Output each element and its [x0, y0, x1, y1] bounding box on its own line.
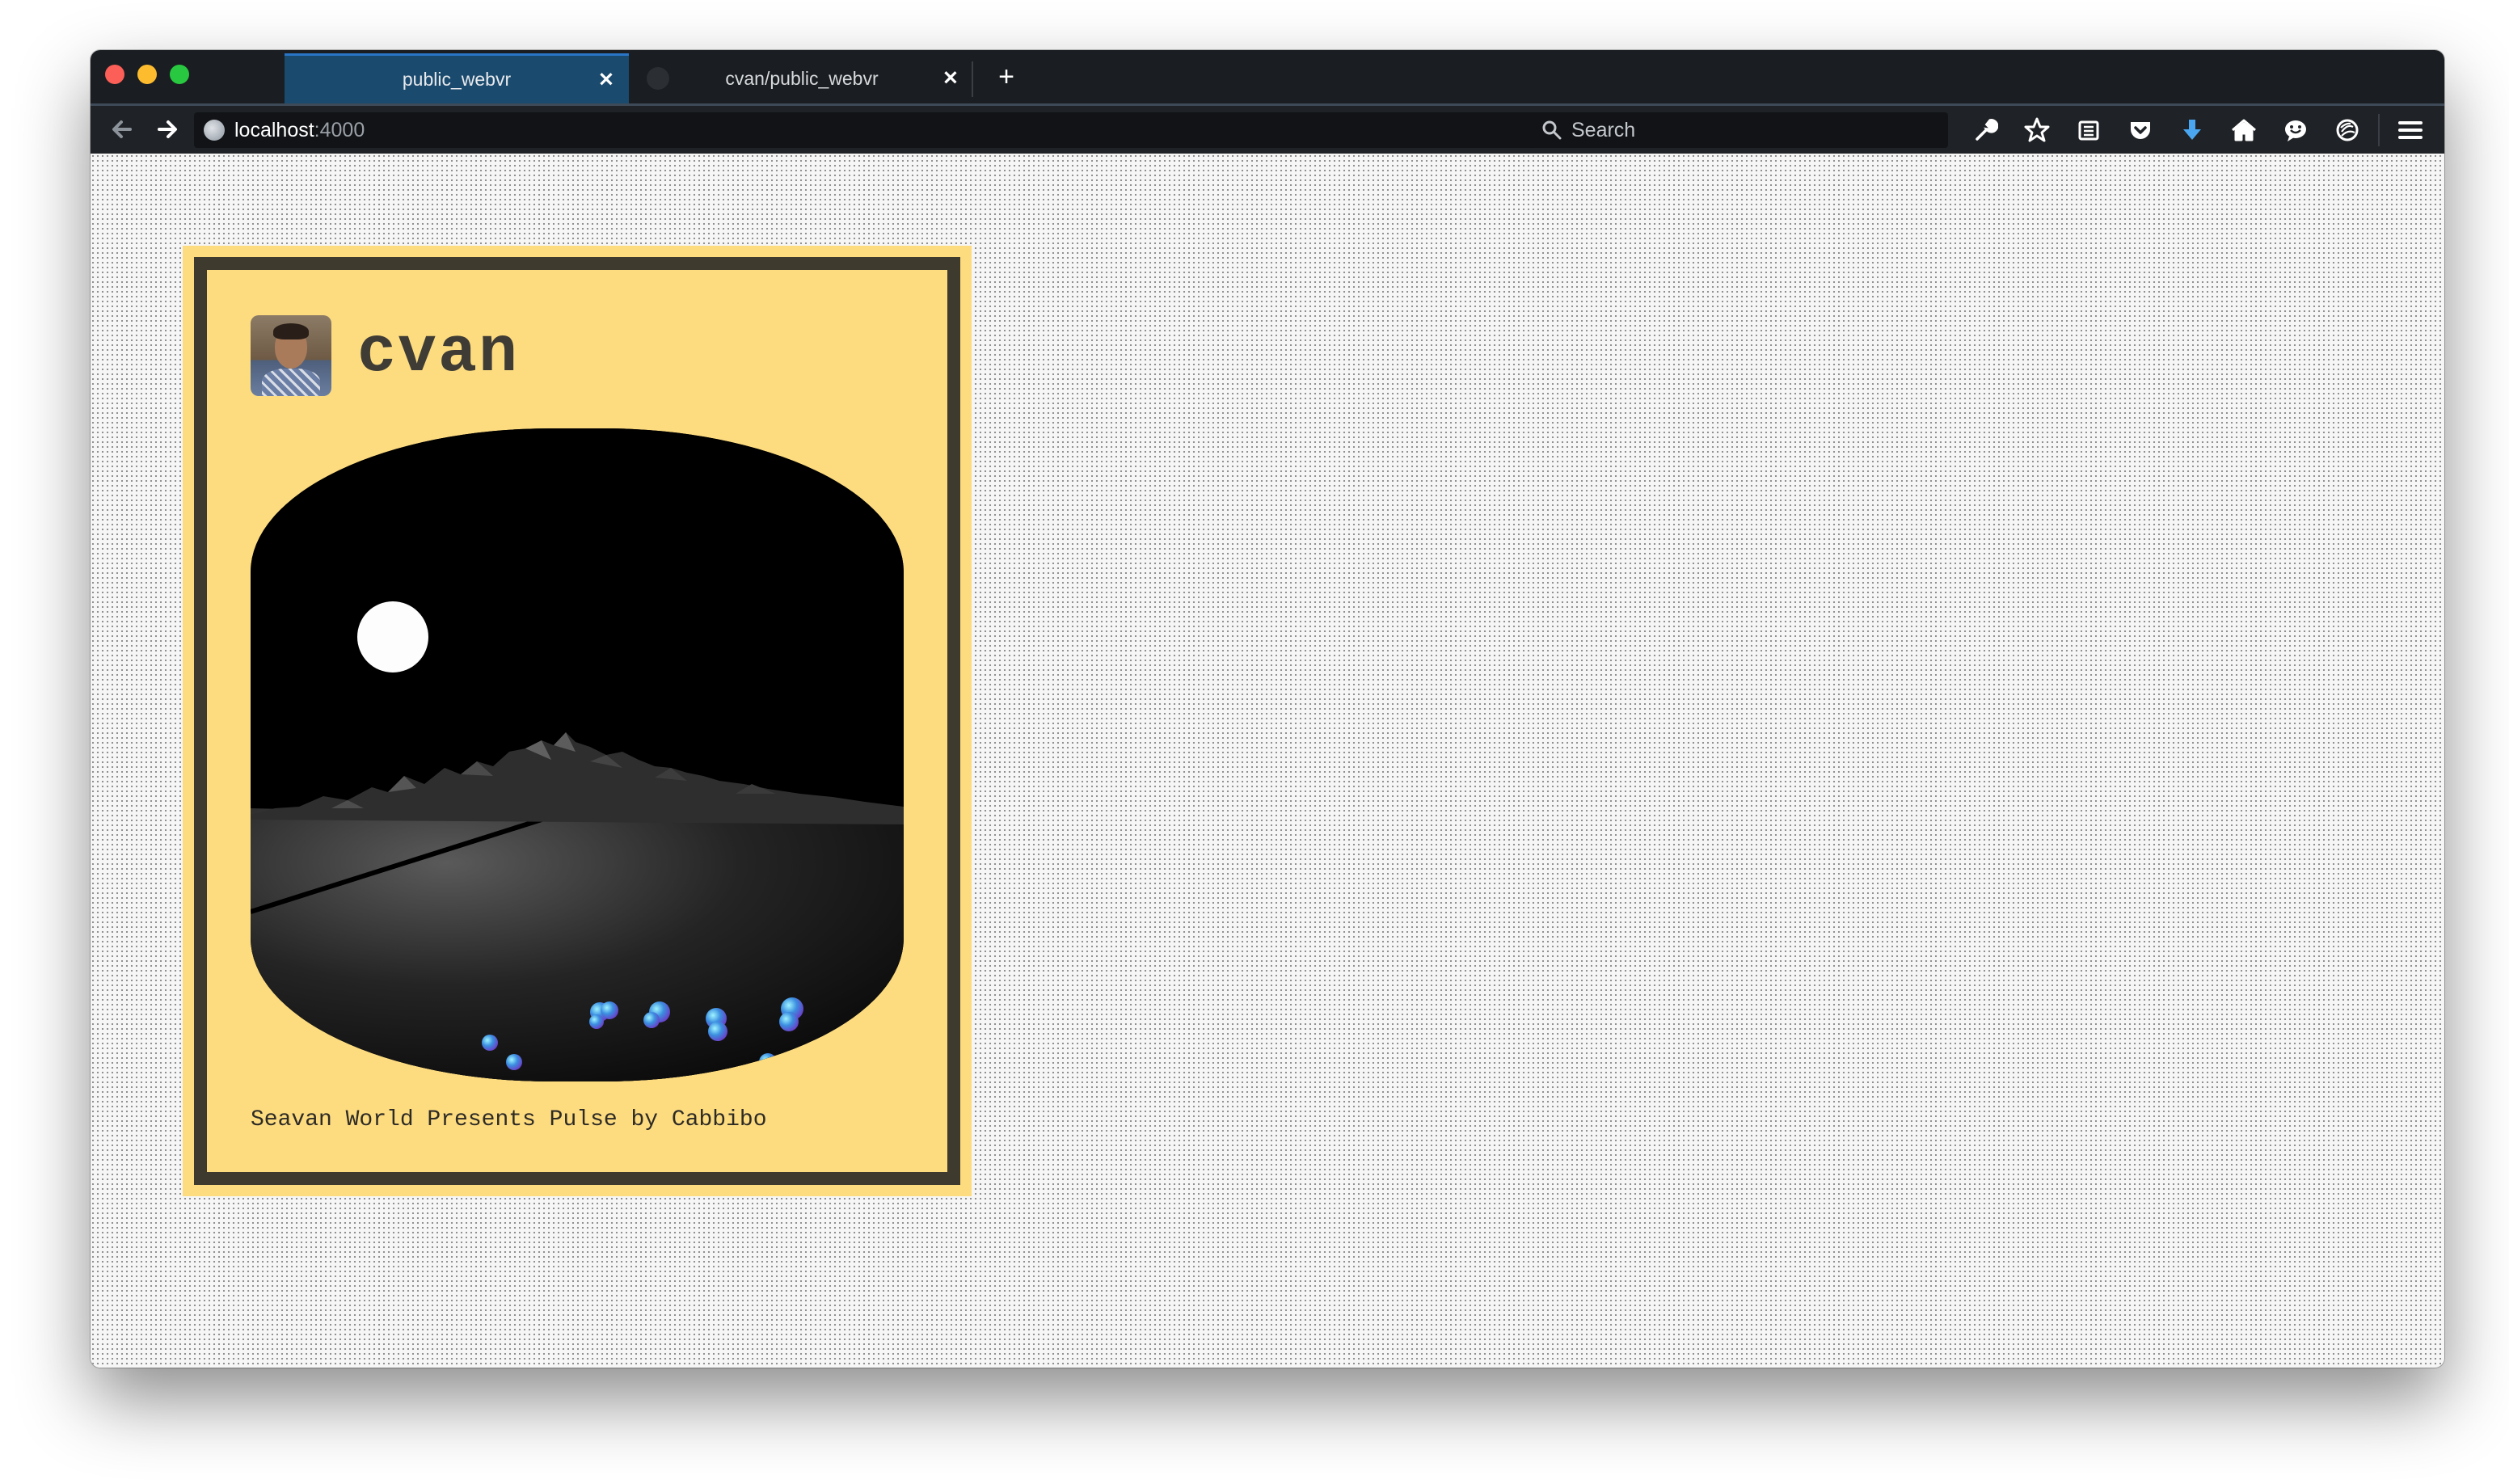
toolbar-divider: [2378, 114, 2380, 146]
card-frame: cvan Seavan World Presents Pulse by Cabb…: [194, 257, 960, 1185]
pocket-icon[interactable]: [2115, 111, 2166, 150]
download-icon[interactable]: [2166, 111, 2218, 150]
browser-window: public_webvr ✕ cvan/public_webvr ✕ + loc…: [91, 50, 2444, 1368]
username-title[interactable]: cvan: [357, 317, 519, 390]
maximize-window-button[interactable]: [170, 65, 189, 84]
vr-scene-preview[interactable]: [251, 428, 904, 1081]
new-tab-button[interactable]: +: [986, 58, 1027, 95]
card-caption[interactable]: Seavan World Presents Pulse by Cabbibo: [251, 1107, 767, 1132]
moon: [357, 601, 428, 672]
search-icon: [1542, 120, 1562, 140]
tab-close-icon[interactable]: ✕: [942, 67, 959, 91]
tab-label: public_webvr: [402, 69, 512, 90]
minimize-window-button[interactable]: [137, 65, 157, 84]
tab-cvan-public-webvr[interactable]: cvan/public_webvr ✕: [630, 53, 973, 103]
home-icon[interactable]: [2218, 111, 2270, 150]
tab-label: cvan/public_webvr: [725, 67, 879, 89]
world-card[interactable]: cvan Seavan World Presents Pulse by Cabb…: [183, 246, 972, 1196]
globe-icon: [204, 120, 225, 141]
floor-plane: [251, 808, 904, 1081]
search-input[interactable]: [1571, 118, 1927, 142]
url-bar[interactable]: localhost:4000 ▼ ↻: [194, 112, 1607, 148]
forward-button[interactable]: [147, 111, 189, 148]
url-host: localhost: [234, 118, 314, 141]
arrow-left-icon: [112, 120, 132, 138]
back-button[interactable]: [100, 111, 142, 148]
bookmark-star-icon[interactable]: [2011, 111, 2063, 150]
tab-close-icon[interactable]: ✕: [598, 68, 614, 91]
tracking-icon[interactable]: [2321, 111, 2373, 150]
tab-divider: [972, 61, 973, 97]
tab-strip: public_webvr ✕ cvan/public_webvr ✕ +: [91, 50, 2444, 103]
avatar[interactable]: [251, 315, 331, 396]
page-content: cvan Seavan World Presents Pulse by Cabb…: [91, 154, 2444, 1368]
search-bar[interactable]: [1531, 112, 1948, 148]
menu-icon[interactable]: [2385, 111, 2436, 150]
window-controls: [105, 65, 189, 84]
tab-public-webvr[interactable]: public_webvr ✕: [285, 53, 629, 103]
toolbar-icons: [1959, 111, 2436, 150]
navigation-toolbar: localhost:4000 ▼ ↻: [91, 103, 2444, 154]
arrow-right-icon: [158, 120, 177, 138]
github-icon: [647, 67, 669, 90]
scene-illustration: [251, 428, 904, 1081]
close-window-button[interactable]: [105, 65, 124, 84]
url-port: :4000: [314, 118, 365, 141]
wrench-icon[interactable]: [1959, 111, 2011, 150]
chat-icon[interactable]: [2270, 111, 2321, 150]
url-text: localhost:4000: [234, 119, 365, 142]
reader-list-icon[interactable]: [2063, 111, 2115, 150]
